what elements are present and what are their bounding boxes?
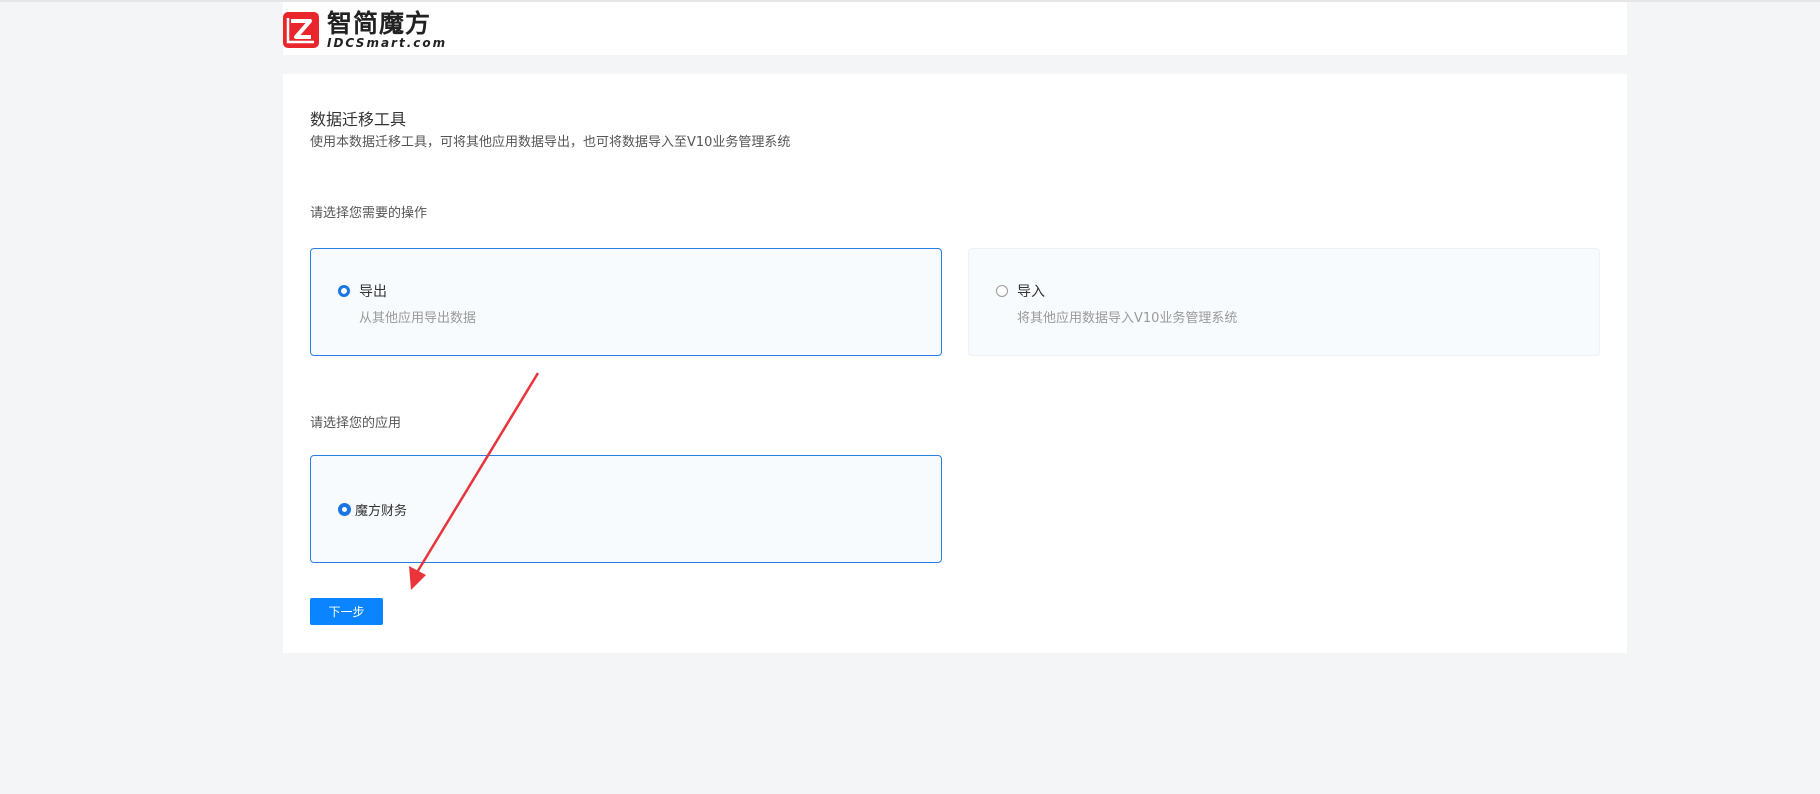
application-section-label: 请选择您的应用 bbox=[310, 416, 402, 431]
brand-name-cn: 智简魔方 bbox=[327, 8, 432, 38]
idcsmart-logo-icon bbox=[283, 12, 319, 48]
header-bar: 智简魔方 IDCSmart.com bbox=[283, 2, 1627, 55]
export-radio[interactable] bbox=[338, 285, 350, 297]
import-radio[interactable] bbox=[996, 285, 1008, 297]
page-title: 数据迁移工具 bbox=[310, 110, 407, 129]
brand-name-en: IDCSmart.com bbox=[327, 35, 448, 50]
export-desc: 从其他应用导出数据 bbox=[359, 311, 477, 326]
import-label: 导入 bbox=[1017, 284, 1045, 300]
operation-option-import[interactable]: 导入 将其他应用数据导入V10业务管理系统 bbox=[968, 248, 1600, 356]
application-option-mofang-finance[interactable]: 魔方财务 bbox=[310, 455, 942, 563]
migration-tool-card: 数据迁移工具 使用本数据迁移工具，可将其他应用数据导出，也可将数据导入至V10业… bbox=[283, 74, 1627, 653]
next-step-button[interactable]: 下一步 bbox=[310, 598, 383, 625]
mofang-finance-label: 魔方财务 bbox=[355, 504, 408, 519]
operation-option-export[interactable]: 导出 从其他应用导出数据 bbox=[310, 248, 942, 356]
export-label: 导出 bbox=[359, 284, 387, 300]
brand-logo[interactable]: 智简魔方 IDCSmart.com bbox=[283, 10, 447, 50]
import-desc: 将其他应用数据导入V10业务管理系统 bbox=[1017, 311, 1238, 326]
page-subtitle: 使用本数据迁移工具，可将其他应用数据导出，也可将数据导入至V10业务管理系统 bbox=[310, 135, 791, 150]
operation-section-label: 请选择您需要的操作 bbox=[310, 206, 428, 221]
logo-text: 智简魔方 IDCSmart.com bbox=[327, 8, 448, 50]
mofang-finance-radio[interactable] bbox=[338, 503, 351, 516]
